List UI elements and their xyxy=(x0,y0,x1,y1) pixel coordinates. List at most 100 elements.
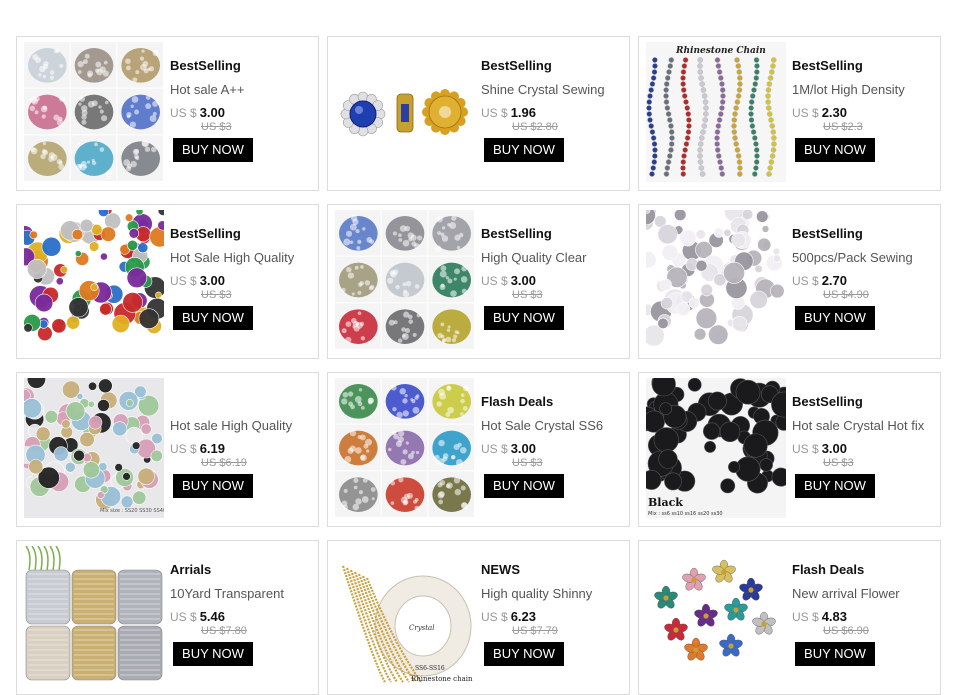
product-title[interactable]: Hot sale A++ xyxy=(170,81,318,99)
product-card[interactable]: Mix size : SS20 SS30 SS40 Hot sale High … xyxy=(16,372,319,527)
product-image[interactable]: Crystal SS6-SS16 Rhinestone chain xyxy=(335,546,475,686)
buy-now-button[interactable]: BUY NOW xyxy=(484,642,564,666)
product-card[interactable]: BestSelling Hot sale A++ US $3.00 US $3 … xyxy=(16,36,319,191)
product-card[interactable]: Rhinestone Chain BestSelling 1M/lot High… xyxy=(638,36,941,191)
product-title[interactable]: Hot sale Crystal Hot fix xyxy=(792,417,940,435)
price-row: US $6.19 xyxy=(170,441,318,457)
currency-label: US $ xyxy=(170,442,197,456)
product-card[interactable]: BestSelling Shine Crystal Sewing US $1.9… xyxy=(327,36,630,191)
product-photo xyxy=(24,546,164,686)
buy-now-button[interactable]: BUY NOW xyxy=(173,138,253,162)
original-price: US $3 xyxy=(201,121,232,133)
product-photo: Crystal SS6-SS16 Rhinestone chain xyxy=(335,546,475,686)
currency-label: US $ xyxy=(481,610,508,624)
product-title[interactable]: Shine Crystal Sewing xyxy=(481,81,629,99)
product-title[interactable]: High Quality Clear xyxy=(481,249,629,267)
currency-label: US $ xyxy=(170,106,197,120)
product-image[interactable] xyxy=(24,42,164,182)
product-image[interactable] xyxy=(335,210,475,350)
product-title[interactable]: 500pcs/Pack Sewing xyxy=(792,249,940,267)
buy-now-button[interactable]: BUY NOW xyxy=(484,138,564,162)
product-tag: BestSelling xyxy=(481,58,552,73)
current-price: 3.00 xyxy=(821,441,847,456)
price-row: US $3.00 xyxy=(170,273,318,289)
product-image[interactable] xyxy=(646,210,786,350)
original-price: US $7.79 xyxy=(512,625,558,637)
product-image[interactable]: Black Mix : ss6 ss10 ss16 ss20 ss30 xyxy=(646,378,786,518)
current-price: 3.00 xyxy=(199,105,225,120)
original-price: US $4.90 xyxy=(823,289,869,301)
product-image[interactable] xyxy=(335,42,475,182)
current-price: 2.30 xyxy=(821,105,847,120)
product-card[interactable]: BestSelling Hot Sale High Quality US $3.… xyxy=(16,204,319,359)
product-info: BestSelling 1M/lot High Density US $2.30… xyxy=(792,57,940,162)
product-card[interactable]: Flash Deals Hot Sale Crystal SS6 US $3.0… xyxy=(327,372,630,527)
current-price: 3.00 xyxy=(510,441,536,456)
product-image[interactable]: Rhinestone Chain xyxy=(646,42,786,182)
current-price: 1.96 xyxy=(510,105,536,120)
product-card[interactable]: Arrials 10Yard Transparent US $5.46 US $… xyxy=(16,540,319,695)
buy-now-button[interactable]: BUY NOW xyxy=(795,306,875,330)
buy-now-button[interactable]: BUY NOW xyxy=(173,306,253,330)
product-title[interactable]: Hot Sale High Quality xyxy=(170,249,318,267)
svg-text:Crystal: Crystal xyxy=(409,624,434,632)
buy-now-button[interactable]: BUY NOW xyxy=(173,474,253,498)
currency-label: US $ xyxy=(792,274,819,288)
product-tag: Flash Deals xyxy=(792,562,865,577)
buy-now-button[interactable]: BUY NOW xyxy=(795,642,875,666)
product-photo xyxy=(646,546,786,686)
product-tag xyxy=(170,393,318,411)
current-price: 4.83 xyxy=(821,609,847,624)
original-price: US $3 xyxy=(512,289,543,301)
product-title[interactable]: High quality Shinny xyxy=(481,585,629,603)
product-card[interactable]: Crystal SS6-SS16 Rhinestone chain NEWS Hig… xyxy=(327,540,630,695)
product-card[interactable]: Flash Deals New arrival Flower US $4.83 … xyxy=(638,540,941,695)
product-photo: Mix size : SS20 SS30 SS40 xyxy=(24,378,164,518)
product-card[interactable]: Black Mix : ss6 ss10 ss16 ss20 ss30 BestS… xyxy=(638,372,941,527)
product-tag: BestSelling xyxy=(170,58,241,73)
product-info: NEWS High quality Shinny US $6.23 US $7.… xyxy=(481,561,629,666)
product-photo xyxy=(335,378,474,517)
svg-text:SS6-SS16: SS6-SS16 xyxy=(415,665,445,672)
product-image[interactable]: Mix size : SS20 SS30 SS40 xyxy=(24,378,164,518)
product-photo xyxy=(24,42,163,181)
product-info: BestSelling Hot sale Crystal Hot fix US … xyxy=(792,393,940,498)
buy-now-button[interactable]: BUY NOW xyxy=(484,474,564,498)
currency-label: US $ xyxy=(170,610,197,624)
product-info: Flash Deals New arrival Flower US $4.83 … xyxy=(792,561,940,666)
product-tag: Flash Deals xyxy=(481,394,554,409)
product-image[interactable] xyxy=(24,210,164,350)
original-price: US $3 xyxy=(512,457,543,469)
product-title[interactable]: 10Yard Transparent xyxy=(170,585,318,603)
product-photo xyxy=(335,210,474,349)
product-image[interactable] xyxy=(646,546,786,686)
original-price: US $2.3 xyxy=(823,121,863,133)
product-tag: BestSelling xyxy=(170,226,241,241)
price-row: US $2.30 xyxy=(792,105,940,121)
price-row: US $4.83 xyxy=(792,609,940,625)
product-title[interactable]: 1M/lot High Density xyxy=(792,81,940,99)
product-card[interactable]: BestSelling High Quality Clear US $3.00 … xyxy=(327,204,630,359)
buy-now-button[interactable]: BUY NOW xyxy=(795,474,875,498)
product-image[interactable] xyxy=(335,378,475,518)
product-title[interactable]: Hot Sale Crystal SS6 xyxy=(481,417,629,435)
product-card[interactable]: BestSelling 500pcs/Pack Sewing US $2.70 … xyxy=(638,204,941,359)
current-price: 5.46 xyxy=(199,609,225,624)
product-info: BestSelling Hot sale A++ US $3.00 US $3 … xyxy=(170,57,318,162)
original-price: US $2.80 xyxy=(512,121,558,133)
currency-label: US $ xyxy=(792,610,819,624)
buy-now-button[interactable]: BUY NOW xyxy=(173,642,253,666)
currency-label: US $ xyxy=(792,442,819,456)
current-price: 6.19 xyxy=(199,441,225,456)
buy-now-button[interactable]: BUY NOW xyxy=(795,138,875,162)
buy-now-button[interactable]: BUY NOW xyxy=(484,306,564,330)
svg-text:Mix : ss6 ss10 ss16 ss20 ss30: Mix : ss6 ss10 ss16 ss20 ss30 xyxy=(648,511,723,517)
product-tag: BestSelling xyxy=(792,58,863,73)
product-title[interactable]: New arrival Flower xyxy=(792,585,940,603)
price-row: US $3.00 xyxy=(170,105,318,121)
product-title[interactable]: Hot sale High Quality xyxy=(170,417,318,435)
product-tag: BestSelling xyxy=(792,394,863,409)
product-tag: Arrials xyxy=(170,562,212,577)
currency-label: US $ xyxy=(481,106,508,120)
product-image[interactable] xyxy=(24,546,164,686)
